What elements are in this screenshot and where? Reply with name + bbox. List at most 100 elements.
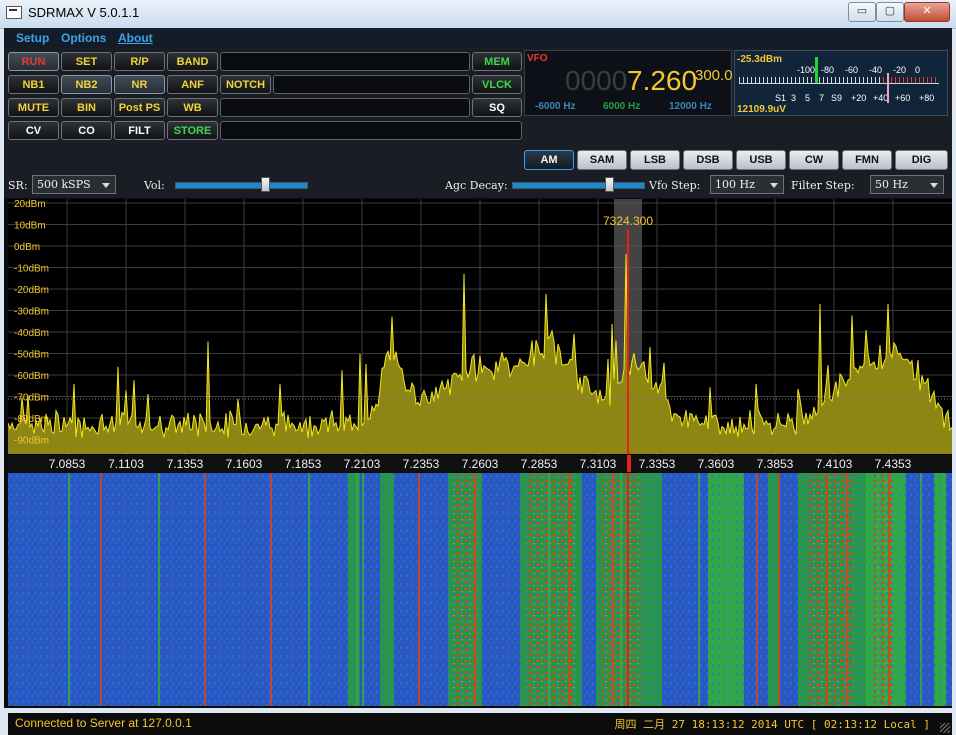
rp-button[interactable]: R/P [114,52,165,71]
nb1-button[interactable]: NB1 [8,75,59,94]
window-title: SDRMAX V 5.0.1.1 [28,5,140,20]
vfo-display[interactable]: VFO 0000 7.260 300.0 -6000 Hz 6000 Hz 12… [524,50,733,116]
info-box-4 [220,121,522,140]
mem-button[interactable]: MEM [472,52,522,71]
waterfall-carrier-line [418,473,420,706]
agc-decay-label: Agc Decay: [445,179,508,192]
cv-button[interactable]: CV [8,121,59,140]
waterfall-carrier-line [158,473,160,706]
waterfall-display[interactable] [8,473,952,706]
volume-label: Vol: [144,179,165,192]
app-window-icon [6,6,22,19]
waterfall-carrier-line [778,473,780,706]
waterfall-carrier-line [846,473,848,706]
menu-setup[interactable]: Setup [16,31,49,45]
nr-button[interactable]: NR [114,75,165,94]
mode-cw-button[interactable]: CW [789,150,839,170]
frequency-axis-label: 7.2603 [462,457,499,471]
mode-dig-button[interactable]: DIG [895,150,948,170]
minimize-button[interactable]: ▭ [848,2,876,22]
vfo-leading-digits: 0000 [565,65,628,96]
close-button[interactable]: ✕ [904,2,950,22]
post-ps-button[interactable]: Post PS [114,98,165,117]
vfo-label: VFO [527,53,548,64]
nb2-button[interactable]: NB2 [61,75,112,94]
frequency-axis-label: 7.3103 [580,457,617,471]
db-axis-label: -10dBm [14,264,49,275]
volume-slider-thumb[interactable] [261,177,270,192]
maximize-button[interactable]: ▢ [876,2,904,22]
frequency-axis-label: 7.1103 [108,457,144,471]
waterfall-carrier-line [362,473,364,706]
frequency-axis-label: 7.3853 [757,457,794,471]
meter-scale-label: -60 [845,65,859,75]
mode-dsb-button[interactable]: DSB [683,150,733,170]
waterfall-carrier-line [204,473,206,706]
agc-decay-slider[interactable] [512,177,645,192]
vfo-frequency[interactable]: 7.260 [627,65,697,97]
mode-sam-button[interactable]: SAM [577,150,627,170]
db-axis-label: -30dBm [14,307,49,318]
frequency-axis-label: 7.1603 [226,457,263,471]
meter-scale-label: -80 [821,65,835,75]
anf-button[interactable]: ANF [167,75,218,94]
agc-decay-slider-thumb[interactable] [605,177,614,192]
filter-step-select[interactable]: 50 Hz [870,175,944,194]
menu-about[interactable]: About [118,31,153,45]
frequency-axis-label: 7.2103 [344,457,381,471]
meter-scale-label: -20 [893,65,907,75]
bin-button[interactable]: BIN [61,98,112,117]
vlck-button[interactable]: VLCK [472,75,522,94]
filt-button[interactable]: FILT [114,121,165,140]
info-box-1 [220,52,470,71]
info-box-3 [220,98,470,117]
db-axis-label: 10dBm [14,221,46,232]
resize-grip-icon[interactable] [940,723,950,733]
frequency-axis-label: 7.4103 [816,457,853,471]
volume-slider[interactable] [175,177,308,192]
frequency-axis-label: 7.1353 [167,457,204,471]
set-button[interactable]: SET [61,52,112,71]
meter-s-label: +60 [895,93,911,103]
sample-rate-select[interactable]: 500 kSPS [32,175,116,194]
notch-button[interactable]: NOTCH [220,75,271,94]
meter-needle [887,73,889,103]
spectrum-display[interactable]: 7324.300 20dBm 10dBm 0dBm -10dBm -20dBm -30dB… [8,199,952,472]
control-panel: RUN SET R/P BAND MEM NB1 NB2 NR ANF NOTC… [4,48,952,198]
frequency-axis-marker [627,455,631,472]
waterfall-carrier-line [620,473,622,706]
meter-dbm-readout: -25.3dBm [737,54,783,65]
meter-scale-label: -100 [797,65,816,75]
db-axis-label: -40dBm [14,328,49,339]
title-bar: SDRMAX V 5.0.1.1 ▭ ▢ ✕ [0,0,956,29]
frequency-axis: 7.0853 7.1103 7.1353 7.1603 7.1853 7.2103 7.23… [49,457,912,471]
frequency-axis-label: 7.4353 [875,457,912,471]
status-bar: Connected to Server at 127.0.0.1 周四 二月 2… [8,713,952,735]
meter-s-label: 7 [819,93,825,103]
co-button[interactable]: CO [61,121,112,140]
signal-meter: -25.3dBm -100 -80 -60 -40 -20 0 S1 3 5 7… [734,50,948,116]
db-axis-label: -50dBm [14,350,49,361]
mute-button[interactable]: MUTE [8,98,59,117]
mode-am-button[interactable]: AM [524,150,574,170]
run-button[interactable]: RUN [8,52,59,71]
vfo-offset-high: 12000 Hz [669,101,712,112]
frequency-axis-label: 7.2353 [403,457,440,471]
db-axis-label: -20dBm [14,285,49,296]
sq-button[interactable]: SQ [472,98,522,117]
info-box-2 [273,75,470,94]
meter-baseline [739,83,939,84]
mode-fmn-button[interactable]: FMN [842,150,892,170]
waterfall-carrier-line [888,473,890,706]
menu-options[interactable]: Options [61,31,106,45]
mode-usb-button[interactable]: USB [736,150,786,170]
band-button[interactable]: BAND [167,52,218,71]
store-button[interactable]: STORE [167,121,218,140]
waterfall-carrier-line [308,473,310,706]
db-axis-label: -90dBm [14,436,49,447]
wb-button[interactable]: WB [167,98,218,117]
vfo-step-select[interactable]: 100 Hz [710,175,784,194]
mode-lsb-button[interactable]: LSB [630,150,680,170]
waterfall-carrier-line [826,473,828,706]
meter-s-label: S1 [775,93,787,103]
